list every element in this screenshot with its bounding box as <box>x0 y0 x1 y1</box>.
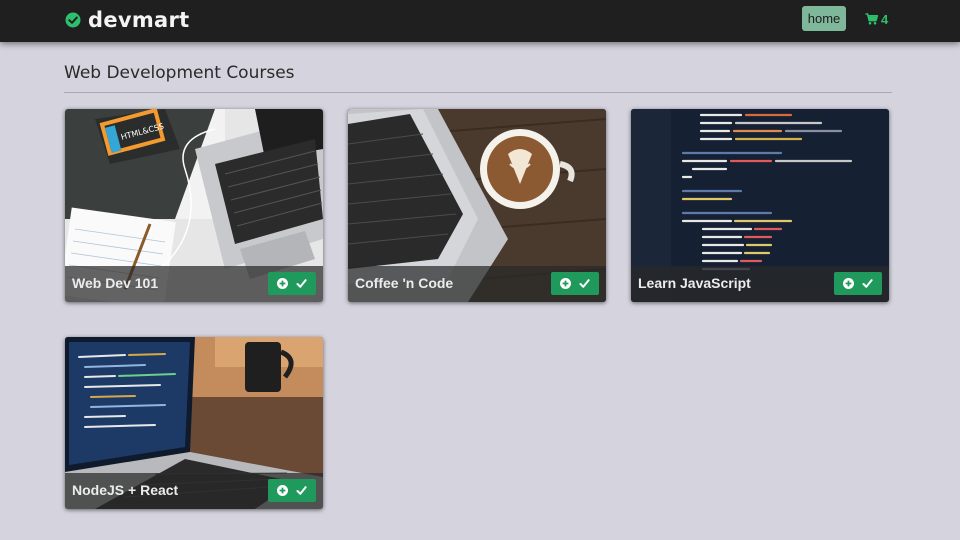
cart-link[interactable]: 4 <box>865 11 888 27</box>
shopping-cart-icon <box>865 13 878 25</box>
plus-circle-icon <box>277 485 288 496</box>
brand-name: devmart <box>88 8 190 32</box>
section-title: Web Development Courses <box>64 63 295 83</box>
plus-circle-icon <box>277 278 288 289</box>
course-title: Learn JavaScript <box>638 275 751 291</box>
brand-logo[interactable]: devmart <box>65 6 190 34</box>
checkmark-icon <box>862 278 873 289</box>
add-to-cart-button[interactable] <box>268 272 316 295</box>
home-button[interactable]: home <box>802 6 846 31</box>
card-caption: Learn JavaScript <box>631 266 889 302</box>
course-card[interactable]: Coffee 'n Code <box>348 109 606 302</box>
checkmark-icon <box>296 485 307 496</box>
course-card[interactable]: Learn JavaScript <box>631 109 889 302</box>
course-title: Web Dev 101 <box>72 275 159 291</box>
card-caption: Web Dev 101 <box>65 266 323 302</box>
card-caption: NodeJS + React <box>65 473 323 509</box>
add-to-cart-button[interactable] <box>268 479 316 502</box>
plus-circle-icon <box>560 278 571 289</box>
checkmark-icon <box>296 278 307 289</box>
add-to-cart-button[interactable] <box>834 272 882 295</box>
add-to-cart-button[interactable] <box>551 272 599 295</box>
course-title: NodeJS + React <box>72 482 179 498</box>
section-divider <box>64 92 892 93</box>
course-card[interactable]: NodeJS + React <box>65 337 323 509</box>
course-title: Coffee 'n Code <box>355 275 454 291</box>
course-card[interactable]: HTML&CSS Web Dev 101 <box>65 109 323 302</box>
top-navbar: devmart home 4 <box>0 0 960 42</box>
check-circle-icon <box>65 12 81 28</box>
plus-circle-icon <box>843 278 854 289</box>
checkmark-icon <box>579 278 590 289</box>
card-caption: Coffee 'n Code <box>348 266 606 302</box>
cart-count: 4 <box>881 11 889 27</box>
